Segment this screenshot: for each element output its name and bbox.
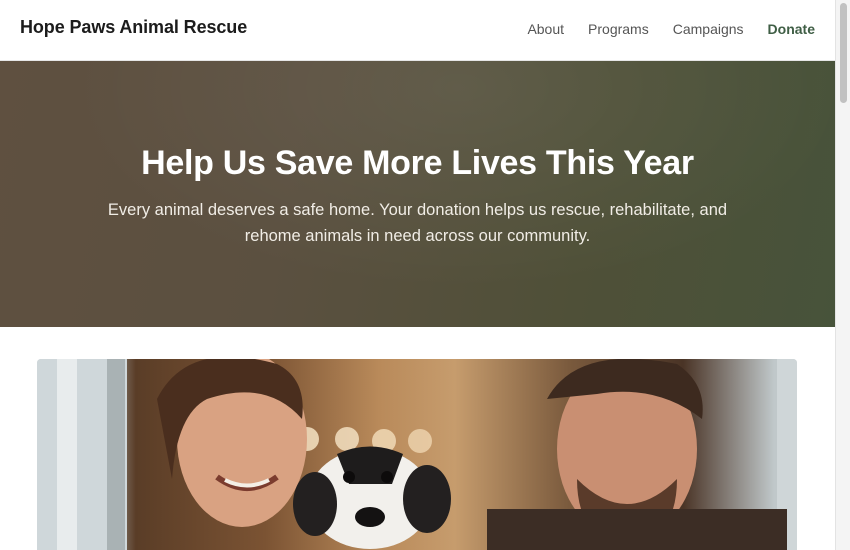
nav-link-donate[interactable]: Donate [768, 21, 815, 37]
site-brand[interactable]: Hope Paws Animal Rescue [20, 17, 247, 38]
scrollbar-thumb[interactable] [840, 3, 847, 103]
nav-link-about[interactable]: About [527, 21, 564, 37]
vertical-scrollbar[interactable] [835, 0, 850, 550]
page: Hope Paws Animal Rescue About Programs C… [0, 0, 850, 550]
hero-title: Help Us Save More Lives This Year [141, 144, 694, 182]
site-header: Hope Paws Animal Rescue About Programs C… [0, 0, 835, 61]
hero-subtitle: Every animal deserves a safe home. Your … [107, 201, 728, 245]
nav-link-campaigns[interactable]: Campaigns [673, 21, 744, 37]
hero-photo [37, 359, 797, 550]
people-with-dog-image [37, 359, 797, 550]
hero-banner: Help Us Save More Lives This Year Every … [0, 61, 835, 327]
nav-link-programs[interactable]: Programs [588, 21, 649, 37]
main-nav: About Programs Campaigns Donate [527, 21, 815, 37]
